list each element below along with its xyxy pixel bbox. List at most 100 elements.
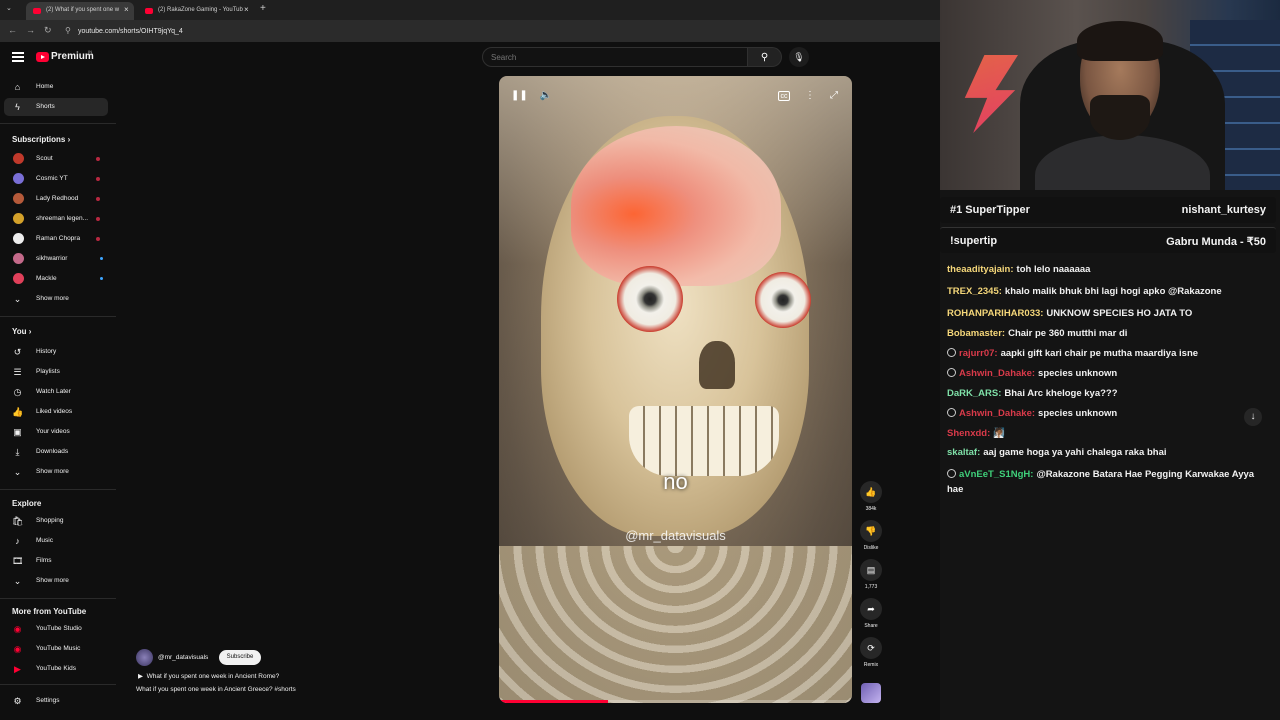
sidebar-item-watch-later[interactable]: ◷ Watch Later bbox=[4, 383, 108, 401]
sidebar-item-your-videos[interactable]: ▣ Your videos bbox=[4, 423, 108, 441]
sidebar-item-films[interactable]: 🎞 Films bbox=[4, 552, 108, 570]
gear-icon: ⚙ bbox=[13, 696, 22, 706]
like-action[interactable]: 👍 384k bbox=[859, 481, 883, 512]
chat-username[interactable]: TREX_2345: bbox=[947, 286, 1002, 297]
scroll-down-icon[interactable]: ↓ bbox=[1244, 408, 1262, 426]
voice-search-button[interactable]: 🎙 bbox=[789, 47, 809, 67]
remix-icon[interactable]: ⟳ bbox=[860, 637, 882, 659]
sidebar-item-downloads[interactable]: ⤓ Downloads bbox=[4, 443, 108, 461]
chat-username[interactable]: Bobamaster: bbox=[947, 328, 1005, 339]
sidebar-item-shorts[interactable]: ϟ Shorts bbox=[4, 98, 108, 116]
chat-username[interactable]: skaltaf: bbox=[947, 447, 980, 458]
search-box: ⚲ bbox=[482, 47, 782, 67]
sidebar-item-playlists[interactable]: ☰ Playlists bbox=[4, 363, 108, 381]
sidebar-subscription-item[interactable]: Cosmic YT bbox=[4, 170, 108, 188]
streamer-logo bbox=[964, 55, 1018, 133]
tab-search-icon[interactable]: ⌄ bbox=[6, 4, 12, 12]
reload-icon[interactable]: ↻ bbox=[44, 25, 52, 36]
browser-tab-active[interactable]: (2) What if you spent one w × bbox=[26, 2, 134, 20]
sidebar-item-youtube-studio[interactable]: ◉ YouTube Studio bbox=[4, 620, 108, 638]
you-heading[interactable]: You › bbox=[12, 327, 31, 336]
chat-text: Bhai Arc kheloge kya??? bbox=[1004, 388, 1118, 399]
sidebar-item-home[interactable]: ⌂ Home bbox=[4, 78, 108, 96]
sidebar-subscription-item[interactable]: Lady Redhood bbox=[4, 190, 108, 208]
chat-username[interactable]: ROHANPARIHAR033: bbox=[947, 308, 1043, 319]
comments-action[interactable]: ▤ 1,773 bbox=[859, 559, 883, 590]
remix-action[interactable]: ⟳ Remix bbox=[859, 637, 883, 668]
youtube-play-icon bbox=[36, 52, 49, 62]
live-indicator-icon bbox=[96, 197, 100, 201]
sidebar-item-settings[interactable]: ⚙ Settings bbox=[4, 692, 108, 710]
more-from-youtube-heading: More from YouTube bbox=[12, 607, 87, 616]
sidebar-item-label: Watch Later bbox=[36, 388, 71, 395]
sidebar-item-label: Show more bbox=[36, 577, 69, 584]
browser-tab[interactable]: (2) RakaZone Gaming - YouTub × bbox=[138, 2, 256, 20]
chat-username[interactable]: Ashwin_Dahake: bbox=[959, 368, 1035, 379]
menu-icon[interactable] bbox=[12, 52, 24, 62]
tab-close-icon[interactable]: × bbox=[244, 5, 249, 14]
chat-username[interactable]: DaRK_ARS: bbox=[947, 388, 1001, 399]
chat-text: species unknown bbox=[1038, 408, 1118, 419]
sidebar-subscription-item[interactable]: Mackle bbox=[4, 270, 108, 288]
chevron-down-icon: ⌄ bbox=[13, 294, 22, 304]
sidebar-item-liked-videos[interactable]: 👍 Liked videos bbox=[4, 403, 108, 421]
browser-tab-bar: ⌄ (2) What if you spent one w × (2) Raka… bbox=[0, 0, 940, 20]
dislike-action[interactable]: 👎 Dislike bbox=[859, 520, 883, 551]
sidebar-item-label: shreeman legen... bbox=[36, 215, 89, 222]
channel-thumbnail[interactable] bbox=[861, 683, 881, 703]
next-video-title[interactable]: ▶ What if you spent one week in Ancient … bbox=[138, 672, 279, 680]
sidebar: ⌂ Home ϟ Shorts Subscriptions › ⌄ Show m… bbox=[0, 76, 116, 720]
share-icon[interactable]: ➦ bbox=[860, 598, 882, 620]
more-options-icon[interactable]: ⋮ bbox=[802, 88, 818, 104]
like-icon[interactable]: 👍 bbox=[860, 481, 882, 503]
sidebar-subscription-item[interactable]: Raman Chopra bbox=[4, 230, 108, 248]
site-info-icon[interactable]: ⚲ bbox=[65, 26, 71, 35]
address-bar[interactable]: ⚲ youtube.com/shorts/OIHT9jqYq_4 bbox=[60, 23, 930, 39]
sidebar-item-youtube-kids[interactable]: ▶ YouTube Kids bbox=[4, 660, 108, 678]
new-tab-icon[interactable]: + bbox=[260, 3, 266, 14]
sidebar-item-youtube-music[interactable]: ◉ YouTube Music bbox=[4, 640, 108, 658]
sidebar-item-history[interactable]: ↺ History bbox=[4, 343, 108, 361]
share-action[interactable]: ➦ Share bbox=[859, 598, 883, 629]
history-icon: ↺ bbox=[13, 347, 22, 357]
forward-icon[interactable]: → bbox=[26, 25, 35, 35]
fullscreen-icon[interactable]: ⤢ bbox=[826, 88, 842, 104]
pause-icon[interactable]: ❚❚ bbox=[511, 88, 528, 104]
chat-username[interactable]: rajurr07: bbox=[959, 348, 998, 359]
subscriptions-heading[interactable]: Subscriptions › bbox=[12, 135, 70, 144]
chat-username[interactable]: theaadityajain: bbox=[947, 264, 1014, 275]
channel-name[interactable]: @mr_datavisuals bbox=[158, 654, 208, 661]
search-input[interactable] bbox=[482, 47, 748, 67]
download-icon: ⤓ bbox=[15, 447, 20, 457]
tab-close-icon[interactable]: × bbox=[124, 5, 129, 14]
sidebar-item-label: Downloads bbox=[36, 448, 69, 455]
chevron-right-icon: › bbox=[67, 135, 71, 144]
sidebar-subscription-item[interactable]: Scout bbox=[4, 150, 108, 168]
chevron-down-icon: ⌄ bbox=[13, 467, 22, 477]
sidebar-item-label: YouTube Kids bbox=[36, 665, 76, 672]
comment-icon[interactable]: ▤ bbox=[860, 559, 882, 581]
back-icon[interactable]: ← bbox=[8, 25, 17, 35]
captions-icon[interactable]: cc bbox=[778, 91, 790, 101]
live-indicator-icon bbox=[96, 177, 100, 181]
volume-icon[interactable]: 🔈 bbox=[538, 88, 554, 104]
sidebar-item-shopping[interactable]: 🛍 Shopping bbox=[4, 512, 108, 530]
show-more-you[interactable]: ⌄ Show more bbox=[4, 463, 108, 481]
video-progress-bar[interactable] bbox=[499, 700, 852, 703]
video-title[interactable]: What if you spent one week in Ancient Gr… bbox=[136, 686, 296, 693]
dislike-icon[interactable]: 👎 bbox=[860, 520, 882, 542]
search-button[interactable]: ⚲ bbox=[748, 47, 782, 67]
chat-message: DaRK_ARS: Bhai Arc kheloge kya??? bbox=[947, 386, 1273, 401]
chat-username[interactable]: Shenxdd: bbox=[947, 428, 990, 439]
sidebar-subscription-item[interactable]: shreeman legen... bbox=[4, 210, 108, 228]
subscribe-button[interactable]: Subscribe bbox=[219, 650, 261, 665]
shorts-player[interactable]: no @mr_datavisuals ❚❚ 🔈 cc ⋮ ⤢ bbox=[499, 76, 852, 703]
chat-username[interactable]: aVnEeT_S1NgH: bbox=[959, 469, 1033, 480]
sidebar-item-music[interactable]: ♪ Music bbox=[4, 532, 108, 550]
chat-username[interactable]: Ashwin_Dahake: bbox=[959, 408, 1035, 419]
channel-avatar[interactable] bbox=[136, 649, 153, 666]
show-more-explore[interactable]: ⌄ Show more bbox=[4, 572, 108, 590]
show-more-subscriptions[interactable]: ⌄ Show more bbox=[4, 290, 108, 308]
sidebar-subscription-item[interactable]: sikhwarrior bbox=[4, 250, 108, 268]
watch-later-icon: ◷ bbox=[13, 387, 22, 397]
